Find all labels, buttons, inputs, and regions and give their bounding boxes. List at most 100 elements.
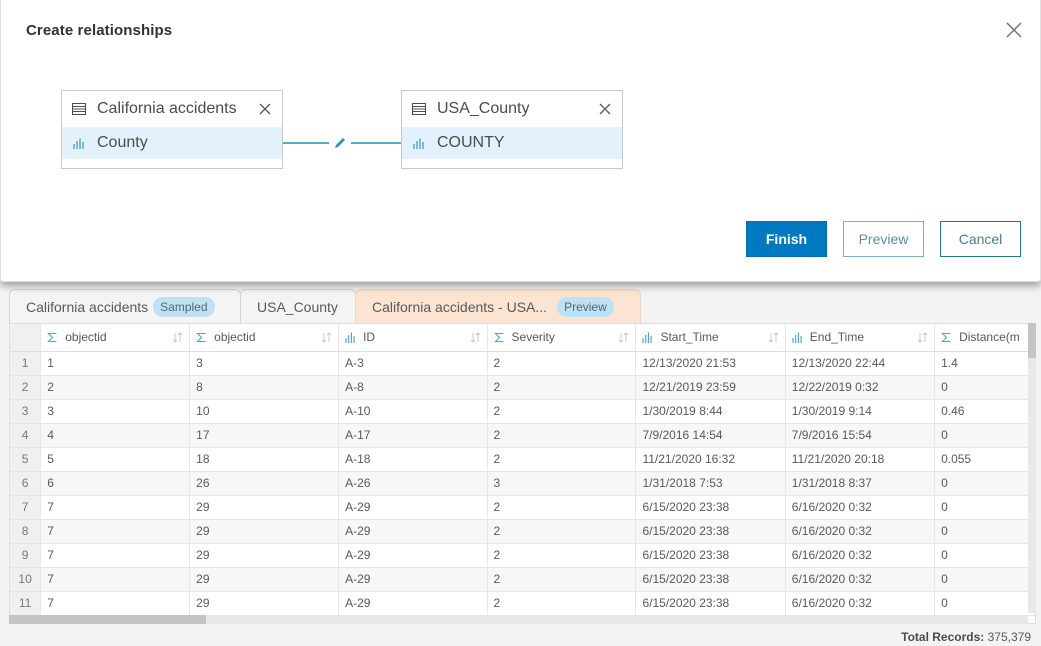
- table-cell[interactable]: 0.055: [934, 447, 1035, 472]
- vertical-scrollbar[interactable]: [1028, 323, 1036, 613]
- column-header[interactable]: Severity: [487, 324, 637, 352]
- horizontal-scrollbar-thumb[interactable]: [9, 615, 206, 624]
- table-cell[interactable]: 2: [487, 519, 637, 544]
- table-cell[interactable]: A-10: [338, 399, 488, 424]
- table-cell[interactable]: 1/31/2018 8:37: [785, 471, 936, 496]
- table-row[interactable]: 9 7 29 A-29 2 6/15/2020 23:38 6/16/2020 0:32 0: [10, 543, 1035, 568]
- table-cell[interactable]: 0: [934, 375, 1035, 400]
- table-cell[interactable]: 6/16/2020 0:32: [785, 495, 936, 520]
- table-cell[interactable]: 10: [189, 399, 340, 424]
- table-cell[interactable]: 5: [40, 447, 191, 472]
- close-icon[interactable]: [1005, 21, 1023, 39]
- table-cell[interactable]: 2: [487, 495, 637, 520]
- table-cell[interactable]: 2: [487, 543, 637, 568]
- table-cell[interactable]: 7: [40, 591, 191, 616]
- table-cell[interactable]: 2: [487, 423, 637, 448]
- table-cell[interactable]: 8: [189, 375, 340, 400]
- table-cell[interactable]: 6: [40, 471, 191, 496]
- table-row[interactable]: 10 7 29 A-29 2 6/15/2020 23:38 6/16/2020 0:32 0: [10, 567, 1035, 592]
- table-cell[interactable]: 11/21/2020 16:32: [635, 447, 786, 472]
- table-cell[interactable]: 29: [189, 543, 340, 568]
- table-row[interactable]: 2 2 8 A-8 2 12/21/2019 23:59 12/22/2019 0:32 0: [10, 375, 1035, 400]
- table-cell[interactable]: 0: [934, 567, 1035, 592]
- table-row[interactable]: 8 7 29 A-29 2 6/15/2020 23:38 6/16/2020 0:32 0: [10, 519, 1035, 544]
- table-cell[interactable]: 6/15/2020 23:38: [635, 591, 786, 616]
- table-cell[interactable]: 1.4: [934, 351, 1035, 376]
- table-cell[interactable]: 0: [934, 423, 1035, 448]
- table-cell[interactable]: 6/15/2020 23:38: [635, 543, 786, 568]
- table-cell[interactable]: 0.46: [934, 399, 1035, 424]
- table-cell[interactable]: 2: [487, 399, 637, 424]
- table-cell[interactable]: 0: [934, 591, 1035, 616]
- table-row[interactable]: 3 3 10 A-10 2 1/30/2019 8:44 1/30/2019 9:14 0.4…: [10, 399, 1035, 424]
- column-header[interactable]: objectid: [189, 324, 340, 352]
- table-cell[interactable]: A-29: [338, 591, 488, 616]
- table-cell[interactable]: 12/13/2020 21:53: [635, 351, 786, 376]
- pencil-icon[interactable]: [333, 136, 347, 150]
- table-cell[interactable]: 12/13/2020 22:44: [785, 351, 936, 376]
- table-cell[interactable]: A-29: [338, 495, 488, 520]
- sort-icon[interactable]: [172, 332, 183, 343]
- horizontal-scrollbar[interactable]: [9, 615, 1028, 624]
- table-cell[interactable]: 3: [40, 399, 191, 424]
- column-header[interactable]: End_Time: [785, 324, 936, 352]
- sort-icon[interactable]: [917, 332, 928, 343]
- table-cell[interactable]: 2: [487, 447, 637, 472]
- table-cell[interactable]: 11/21/2020 20:18: [785, 447, 936, 472]
- table-cell[interactable]: 2: [487, 591, 637, 616]
- table-cell[interactable]: 0: [934, 543, 1035, 568]
- tab-usa-county[interactable]: USA_County: [240, 289, 356, 323]
- table-row[interactable]: 5 5 18 A-18 2 11/21/2020 16:32 11/21/2020 20:1…: [10, 447, 1035, 472]
- table-cell[interactable]: 1/31/2018 7:53: [635, 471, 786, 496]
- table-cell[interactable]: 18: [189, 447, 340, 472]
- tab-relationship-preview[interactable]: California accidents - USA... Preview: [355, 289, 641, 323]
- table-cell[interactable]: 1/30/2019 8:44: [635, 399, 786, 424]
- column-header[interactable]: Start_Time: [635, 324, 786, 352]
- table-cell[interactable]: 12/22/2019 0:32: [785, 375, 936, 400]
- table-row[interactable]: 6 6 26 A-26 3 1/31/2018 7:53 1/31/2018 8:37 0: [10, 471, 1035, 496]
- vertical-scrollbar-thumb[interactable]: [1028, 323, 1036, 358]
- cancel-button[interactable]: Cancel: [940, 221, 1021, 257]
- table-cell[interactable]: 6/15/2020 23:38: [635, 519, 786, 544]
- table-cell[interactable]: 3: [189, 351, 340, 376]
- finish-button[interactable]: Finish: [746, 221, 827, 257]
- table-cell[interactable]: 17: [189, 423, 340, 448]
- table-row[interactable]: 1 1 3 A-3 2 12/13/2020 21:53 12/13/2020 22:44 1…: [10, 351, 1035, 376]
- sort-icon[interactable]: [618, 332, 629, 343]
- sort-icon[interactable]: [321, 332, 332, 343]
- table-cell[interactable]: A-26: [338, 471, 488, 496]
- table-cell[interactable]: 2: [40, 375, 191, 400]
- sort-icon[interactable]: [470, 332, 481, 343]
- table-cell[interactable]: A-29: [338, 567, 488, 592]
- table-cell[interactable]: 29: [189, 519, 340, 544]
- table-cell[interactable]: A-29: [338, 543, 488, 568]
- table-cell[interactable]: 1: [40, 351, 191, 376]
- table-cell[interactable]: 7/9/2016 15:54: [785, 423, 936, 448]
- table-cell[interactable]: 29: [189, 591, 340, 616]
- table-cell[interactable]: 0: [934, 519, 1035, 544]
- column-header[interactable]: objectid: [40, 324, 191, 352]
- remove-dataset-icon[interactable]: [599, 103, 611, 115]
- table-cell[interactable]: 2: [487, 567, 637, 592]
- table-cell[interactable]: 7: [40, 519, 191, 544]
- table-cell[interactable]: 3: [487, 471, 637, 496]
- table-cell[interactable]: 4: [40, 423, 191, 448]
- table-row[interactable]: 7 7 29 A-29 2 6/15/2020 23:38 6/16/2020 0:32 0: [10, 495, 1035, 520]
- table-cell[interactable]: 29: [189, 567, 340, 592]
- column-header[interactable]: ID: [338, 324, 488, 352]
- sort-icon[interactable]: [768, 332, 779, 343]
- table-cell[interactable]: 7: [40, 567, 191, 592]
- table-cell[interactable]: 26: [189, 471, 340, 496]
- table-cell[interactable]: 6/16/2020 0:32: [785, 543, 936, 568]
- table-cell[interactable]: A-17: [338, 423, 488, 448]
- table-cell[interactable]: 6/16/2020 0:32: [785, 591, 936, 616]
- table-cell[interactable]: 7/9/2016 14:54: [635, 423, 786, 448]
- table-cell[interactable]: 7: [40, 543, 191, 568]
- table-cell[interactable]: 6/15/2020 23:38: [635, 495, 786, 520]
- table-cell[interactable]: 7: [40, 495, 191, 520]
- table-cell[interactable]: 12/21/2019 23:59: [635, 375, 786, 400]
- preview-button[interactable]: Preview: [843, 221, 924, 257]
- tab-california-accidents[interactable]: California accidents Sampled: [9, 289, 241, 323]
- table-row[interactable]: 11 7 29 A-29 2 6/15/2020 23:38 6/16/2020 0:32 0: [10, 591, 1035, 616]
- table-cell[interactable]: A-29: [338, 519, 488, 544]
